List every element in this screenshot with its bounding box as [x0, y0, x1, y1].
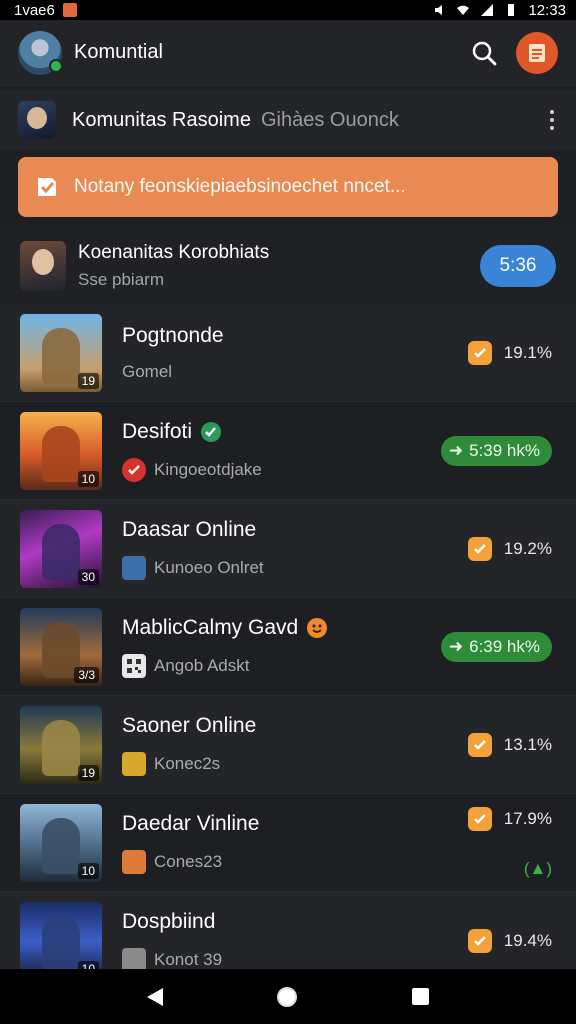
featured-title: Koenanitas Korobhiats [78, 242, 270, 263]
home-button[interactable] [277, 986, 298, 1007]
game-thumbnail: 10 [20, 803, 102, 882]
featured-avatar [20, 241, 66, 291]
game-meta: Kunoeo Onlret [154, 557, 264, 577]
emoji-icon [307, 617, 328, 638]
time-pill[interactable]: ➜ 6:39 hk% [440, 631, 552, 662]
system-nav-bar [0, 969, 576, 1024]
featured-item[interactable]: Koenanitas Korobhiats Sse pbiarm 5:36 [0, 230, 576, 302]
level-badge: 10 [77, 862, 99, 879]
time-pill-label: 5:39 hk% [469, 440, 540, 460]
community-avatar [18, 101, 56, 139]
featured-subtitle: Sse pbiarm [78, 270, 164, 289]
game-meta: Konot 39 [154, 949, 223, 969]
note-icon [529, 43, 545, 62]
clock: 12:33 [528, 1, 566, 19]
character-mini-icon [122, 751, 146, 776]
level-badge: 19 [77, 764, 99, 781]
game-percent: 19.1% [503, 342, 552, 362]
check-icon [467, 806, 492, 831]
carrier-label: 1vae6 [14, 1, 55, 19]
online-dot [49, 58, 63, 73]
game-percent: 19.4% [503, 930, 552, 950]
character-mini-icon [122, 849, 146, 874]
game-thumbnail: 30 [20, 509, 102, 588]
wifi-icon [457, 5, 470, 15]
game-percent: 19.2% [503, 538, 552, 558]
game-percent: 13.1% [503, 734, 552, 754]
game-thumbnail: 19 [20, 705, 102, 784]
list-item[interactable]: 10 Desifoti Kingoeotdjake ➜ 5:39 hk% [0, 402, 576, 500]
list-item[interactable]: 30 Daasar Online Kunoeo Onlret 19.2% [0, 500, 576, 598]
game-thumbnail: 3/3 [20, 607, 102, 686]
verified-icon [201, 421, 222, 442]
list-item[interactable]: 10 Dospbiind Konot 39 19.4% [0, 892, 576, 969]
community-title: Komunitas Rasoime [72, 108, 251, 131]
app-title: Komuntial [74, 41, 163, 63]
level-badge: 3/3 [74, 666, 99, 683]
list-item[interactable]: 3/3 MablicCalmy Gavd Angob Adskt ➜ 6:39 h… [0, 598, 576, 696]
user-mini-icon [122, 555, 146, 580]
compose-button[interactable] [516, 31, 558, 74]
notice-banner[interactable]: Notany feonskiepiaebsinoechet nncet... [18, 157, 558, 217]
game-list: 19 Pogtnonde Gomel 19.1% 10 Desifoti Kin… [0, 304, 576, 969]
app-bar: Komuntial [0, 20, 576, 86]
game-name: Dospbiind [122, 909, 216, 933]
check-shield-icon [38, 178, 56, 196]
game-thumbnail: 19 [20, 313, 102, 392]
list-item[interactable]: 19 Saoner Online Konec2s 13.1% [0, 696, 576, 794]
heart-check-icon [122, 457, 146, 482]
trend-indicator: (▲) [523, 858, 552, 878]
community-header[interactable]: Komunitas Rasoime Gihàes Ouonck [0, 90, 576, 150]
recents-button[interactable] [411, 988, 429, 1005]
game-name: Pogtnonde [122, 323, 224, 347]
level-badge: 10 [77, 960, 99, 969]
arrow-right-icon: ➜ [448, 636, 464, 656]
level-badge: 19 [77, 372, 99, 389]
arrow-right-icon: ➜ [448, 440, 464, 460]
game-name: Daedar Vinline [122, 811, 260, 835]
character-mini-icon [122, 947, 146, 969]
time-pill-label: 6:39 hk% [469, 636, 540, 656]
game-thumbnail: 10 [20, 901, 102, 969]
game-name: Daasar Online [122, 517, 257, 541]
check-icon [467, 340, 492, 365]
game-thumbnail: 10 [20, 411, 102, 490]
check-icon [467, 536, 492, 561]
more-options-button[interactable] [546, 104, 558, 136]
search-button[interactable] [464, 33, 504, 73]
level-badge: 30 [77, 568, 99, 585]
check-icon [467, 732, 492, 757]
game-percent: 17.9% [503, 808, 552, 828]
back-button[interactable] [147, 987, 164, 1006]
game-name: MablicCalmy Gavd [122, 615, 299, 639]
qr-icon [122, 653, 146, 678]
time-pill[interactable]: ➜ 5:39 hk% [440, 435, 552, 466]
list-item[interactable]: 19 Pogtnonde Gomel 19.1% [0, 304, 576, 402]
notification-icon [62, 3, 77, 17]
game-meta: Konec2s [154, 753, 221, 773]
banner-text: Notany feonskiepiaebsinoechet nncet... [74, 176, 406, 197]
check-icon [467, 928, 492, 953]
status-bar: 1vae6 12:33 [0, 0, 576, 20]
game-meta: Angob Adskt [154, 655, 250, 675]
game-meta: Cones23 [154, 851, 223, 871]
time-badge[interactable]: 5:36 [480, 245, 556, 287]
list-item[interactable]: 10 Daedar Vinline Cones23 17.9% (▲) [0, 794, 576, 892]
signal-icon [481, 4, 494, 16]
mute-icon [435, 5, 443, 15]
search-icon [472, 41, 497, 65]
community-subtitle: Gihàes Ouonck [260, 108, 399, 131]
battery-icon [508, 4, 515, 16]
game-meta: Kingoeotdjake [154, 459, 262, 479]
game-name: Saoner Online [122, 713, 257, 737]
level-badge: 10 [77, 470, 99, 487]
game-name: Desifoti [122, 419, 193, 443]
game-meta: Gomel [122, 361, 173, 381]
user-avatar[interactable] [18, 30, 63, 75]
